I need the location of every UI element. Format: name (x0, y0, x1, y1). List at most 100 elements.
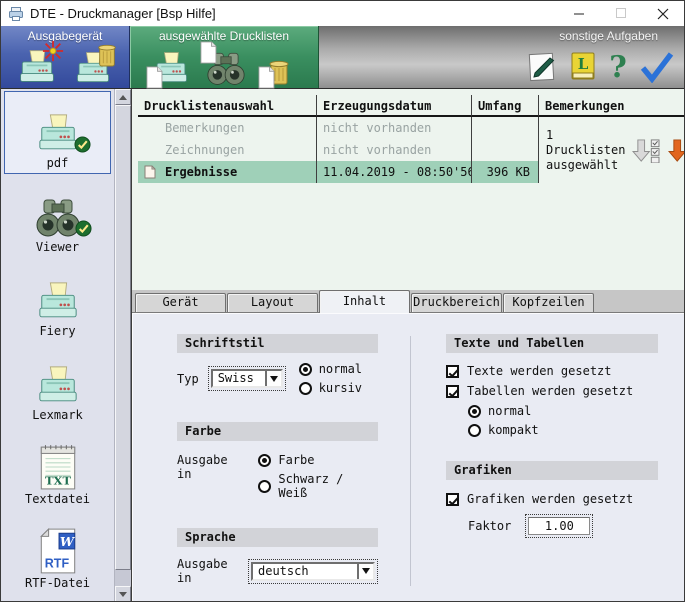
checkbox-tabellen-gesetzt[interactable] (446, 385, 459, 398)
radio-color[interactable] (258, 454, 271, 467)
radio-table-normal-label: normal (488, 404, 531, 418)
printlist-row-zeichnungen-size (472, 139, 539, 161)
tab-druckbereich[interactable]: Druckbereich (411, 293, 502, 312)
sidebar-item-rtf-datei[interactable]: RTF-Datei (4, 511, 111, 594)
column-header-umfang: Umfang (472, 95, 539, 117)
font-type-value: Swiss (213, 371, 265, 386)
app-printer-icon (8, 6, 24, 22)
radio-table-normal[interactable] (468, 405, 481, 418)
font-type-dropdown[interactable]: Swiss (208, 366, 286, 391)
help-button[interactable] (607, 49, 629, 83)
deselect-lists-button[interactable] (668, 138, 685, 163)
dropdown-arrow-button[interactable] (357, 564, 373, 579)
group-header-farbe: Farbe (177, 422, 378, 441)
print-selected-lists-button[interactable] (149, 45, 193, 87)
page-icon (199, 41, 217, 64)
group-header-grafiken: Grafiken (446, 461, 658, 480)
close-button[interactable] (642, 1, 684, 26)
chevron-down-icon (119, 592, 127, 597)
typ-label: Typ (177, 372, 199, 386)
chevron-down-icon (270, 376, 278, 382)
minimize-button[interactable] (558, 1, 600, 26)
faktor-inputbox (525, 514, 593, 538)
radio-font-kursiv[interactable] (299, 382, 312, 395)
select-all-lists-button[interactable] (632, 138, 661, 163)
language-value: deutsch (253, 564, 357, 579)
scroll-up-button[interactable] (115, 89, 131, 105)
sidebar-item-label: Lexmark (32, 407, 83, 425)
checkbox-grafiken-gesetzt[interactable] (446, 493, 459, 506)
sidebar-item-label: RTF-Datei (25, 575, 90, 593)
settings-tabbar: Gerät Layout Inhalt Druckbereich Kopfzei… (132, 290, 684, 313)
edit-notes-button[interactable] (525, 49, 559, 83)
txt-document-icon (37, 443, 79, 491)
lexicon-book-icon (569, 51, 597, 83)
tab-geraet[interactable]: Gerät (135, 293, 226, 312)
sidebar-item-label: Fiery (39, 323, 75, 341)
scrollbar-track[interactable] (115, 105, 131, 586)
column-divider (410, 336, 411, 586)
lexicon-button[interactable] (568, 49, 598, 83)
checkbox-texte-gesetzt-label: Texte werden gesetzt (467, 364, 612, 378)
page-icon (257, 66, 275, 89)
sidebar-item-label: pdf (47, 155, 69, 173)
ausgabe-in-label: Ausgabe in (177, 453, 248, 481)
printlist-row-zeichnungen-date[interactable]: nicht vorhanden (317, 139, 472, 161)
language-dropdown[interactable]: deutsch (248, 559, 378, 584)
group-header-schriftstil: Schriftstil (177, 334, 378, 353)
sidebar-item-lexmark[interactable]: Lexmark (4, 343, 111, 426)
radio-table-kompakt[interactable] (468, 424, 481, 437)
panel-title-selected-printlists: ausgewählte Drucklisten (130, 26, 318, 44)
printlist-row-bemerkungen-name[interactable]: Bemerkungen (138, 117, 317, 139)
delete-selected-lists-button[interactable] (259, 45, 299, 87)
column-header-erzeugungsdatum: Erzeugungsdatum (317, 95, 472, 117)
sidebar-item-viewer[interactable]: Viewer (4, 175, 111, 258)
app-window: DTE - Druckmanager [Bsp Hilfe] Ausgabege… (0, 0, 685, 602)
radio-font-normal-label: normal (319, 362, 362, 376)
sidebar-item-textdatei[interactable]: Textdatei (4, 427, 111, 510)
radio-table-kompakt-label: kompakt (488, 423, 539, 437)
radio-font-normal[interactable] (299, 363, 312, 376)
printlist-table: Drucklistenauswahl Erzeugungsdatum Umfan… (138, 95, 680, 183)
chevron-up-icon (119, 95, 127, 100)
faktor-input[interactable] (528, 517, 590, 535)
sidebar-item-label: Textdatei (25, 491, 90, 509)
panel-title-other-tasks: sonstige Aufgaben (319, 26, 684, 44)
ausgabe-in-label: Ausgabe in (177, 557, 238, 585)
new-output-device-button[interactable] (14, 45, 60, 87)
printlist-row-ergebnisse-name[interactable]: Ergebnisse (138, 161, 317, 183)
tab-page-inhalt: Schriftstil Typ Swiss norma (132, 313, 684, 602)
scrollbar-thumb[interactable] (115, 105, 131, 570)
tab-kopfzeilen[interactable]: Kopfzeilen (503, 293, 594, 312)
maximize-button[interactable] (600, 1, 642, 26)
radio-black-white[interactable] (258, 480, 271, 493)
tab-inhalt[interactable]: Inhalt (319, 290, 410, 313)
printlist-row-ergebnisse-date[interactable]: 11.04.2019 - 08:50'56 (317, 161, 472, 183)
printlist-row-bemerkungen-date[interactable]: nicht vorhanden (317, 117, 472, 139)
window-title: DTE - Druckmanager [Bsp Hilfe] (30, 6, 558, 21)
sidebar-item-pdf[interactable]: pdf (4, 91, 111, 174)
selection-note: 1 Drucklisten ausgewählt (539, 117, 685, 183)
sidebar-scrollbar[interactable] (114, 89, 131, 602)
group-header-texte-tabellen: Texte und Tabellen (446, 334, 658, 353)
sidebar-item-fiery[interactable]: Fiery (4, 259, 111, 342)
checkbox-grafiken-gesetzt-label: Grafiken werden gesetzt (467, 492, 633, 506)
minimize-icon (574, 8, 585, 19)
printer-icon (35, 281, 81, 323)
delete-output-device-button[interactable] (70, 45, 116, 87)
page-icon (144, 165, 156, 179)
toolbar-panel-selected-printlists: ausgewählte Drucklisten (130, 26, 319, 88)
view-selected-lists-button[interactable] (203, 45, 249, 87)
scroll-down-button[interactable] (115, 586, 131, 602)
dropdown-arrow-button[interactable] (265, 371, 281, 386)
page-icon (145, 66, 163, 89)
radio-color-label: Farbe (278, 453, 314, 467)
maximize-icon (616, 8, 627, 19)
confirm-button[interactable] (638, 49, 676, 83)
printlist-row-bemerkungen-size (472, 117, 539, 139)
title-bar: DTE - Druckmanager [Bsp Hilfe] (1, 1, 684, 26)
checkbox-tabellen-gesetzt-label: Tabellen werden gesetzt (467, 384, 633, 398)
tab-layout[interactable]: Layout (227, 293, 318, 312)
checkbox-texte-gesetzt[interactable] (446, 365, 459, 378)
printlist-row-zeichnungen-name[interactable]: Zeichnungen (138, 139, 317, 161)
